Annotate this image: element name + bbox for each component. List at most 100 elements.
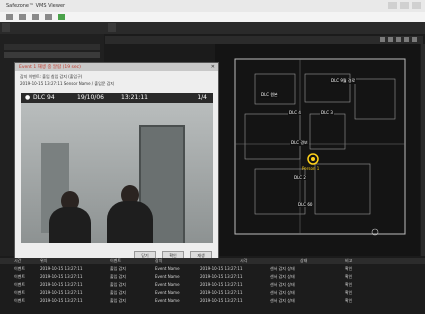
map-label[interactable]: DLC 원본 xyxy=(260,92,279,98)
map-label[interactable]: DLC 경보 xyxy=(290,140,309,146)
column-header[interactable]: 위치 xyxy=(40,258,47,264)
column-header[interactable]: 시각 xyxy=(240,258,247,264)
osd-page: 1/4 xyxy=(197,94,207,101)
layer-icon[interactable] xyxy=(404,37,409,42)
cell: Event Name xyxy=(155,298,180,303)
column-header[interactable]: 상태 xyxy=(300,258,307,264)
zoom-out-icon[interactable] xyxy=(396,37,401,42)
maximize-icon[interactable] xyxy=(400,2,409,9)
popup-info-line: 2019-10-15 13:27:11 Sensor Name / 출입문 감지 xyxy=(20,81,115,86)
cell: 출입 감지 xyxy=(110,290,126,295)
device-tree-row[interactable] xyxy=(4,52,100,58)
cell: 확인 xyxy=(345,266,353,271)
cell: 2019-10-15 13:27:11 xyxy=(200,274,243,279)
menu-icon-2[interactable] xyxy=(19,14,26,20)
tab-map[interactable] xyxy=(108,23,116,32)
table-row[interactable]: 이벤트 2019-10-15 13:27:11 출입 감지 Event Name… xyxy=(0,266,425,272)
column-header[interactable]: 시간 xyxy=(14,258,21,264)
cell: 2019-10-15 13:27:11 xyxy=(40,282,83,287)
video-player[interactable]: ● DLC 94 19/10/06 13:21:11 1/4 xyxy=(21,93,213,243)
table-row[interactable]: 이벤트 2019-10-15 13:27:11 출입 감지 Event Name… xyxy=(0,298,425,304)
cell: 출입 감지 xyxy=(110,282,126,287)
column-header[interactable]: 이벤트 xyxy=(110,258,121,264)
cell: Event Name xyxy=(155,266,180,271)
cell: 2019-10-15 13:27:11 xyxy=(200,282,243,287)
video-osd: ● DLC 94 19/10/06 13:21:11 1/4 xyxy=(21,93,213,103)
cell: 센서 감지 상태 xyxy=(270,282,295,287)
cell: 이벤트 xyxy=(14,274,26,279)
popup-title: Event 1 재생 중 알람 (19 sec) xyxy=(19,65,81,70)
cell: 센서 감지 상태 xyxy=(270,266,295,271)
cell: Event Name xyxy=(155,274,180,279)
cell: 확인 xyxy=(345,290,353,295)
menu-icon-4[interactable] xyxy=(45,14,52,20)
person xyxy=(49,207,91,243)
cell: 출입 감지 xyxy=(110,274,126,279)
cell: 확인 xyxy=(345,274,353,279)
cell: 2019-10-15 13:27:11 xyxy=(40,290,83,295)
map-toolbar xyxy=(105,36,423,44)
event-log: 시간 위치 이벤트 장치 시각 상태 비고 이벤트 2019-10-15 13:… xyxy=(0,258,425,314)
tab-device-list[interactable] xyxy=(2,23,10,32)
cell: 센서 감지 상태 xyxy=(270,274,295,279)
close-icon[interactable]: ✕ xyxy=(211,64,215,70)
window-controls[interactable] xyxy=(388,2,421,9)
cell: 센서 감지 상태 xyxy=(270,298,295,303)
osd-time: 13:21:11 xyxy=(121,94,148,101)
cell: 출입 감지 xyxy=(110,266,126,271)
menu-bar xyxy=(0,12,425,22)
table-row[interactable]: 이벤트 2019-10-15 13:27:11 출입 감지 Event Name… xyxy=(0,290,425,296)
cell: 2019-10-15 13:27:11 xyxy=(40,266,83,271)
person xyxy=(107,201,153,243)
cell: 센서 감지 상태 xyxy=(270,290,295,295)
device-search-input[interactable] xyxy=(4,44,100,50)
settings-icon[interactable] xyxy=(412,37,417,42)
floor-plan xyxy=(234,58,406,236)
minimize-icon[interactable] xyxy=(388,2,397,9)
popup-info-line: 감지 이벤트: 출입 침입 감지 (출입구) xyxy=(20,74,83,79)
vertical-scrollbar[interactable] xyxy=(421,44,425,256)
title-bar: Safezone™ VMS Viewer xyxy=(0,0,425,12)
camera-icon: ● xyxy=(25,94,31,101)
cell: 이벤트 xyxy=(14,290,26,295)
map-label[interactable]: DLC 3 xyxy=(320,110,334,115)
map-label[interactable]: DLC 60 xyxy=(297,202,314,207)
map-view[interactable]: DLC 9월 경로 DLC 원본 DLC 4 DLC 3 DLC 경보 DLC … xyxy=(215,44,420,256)
table-row[interactable]: 이벤트 2019-10-15 13:27:11 출입 감지 Event Name… xyxy=(0,274,425,280)
cell: 확인 xyxy=(345,298,353,303)
green-status-icon[interactable] xyxy=(58,14,65,20)
map-label[interactable]: DLC 4 xyxy=(288,110,302,115)
osd-date: 19/10/06 xyxy=(77,94,104,101)
menu-icon-3[interactable] xyxy=(32,14,39,20)
zoom-in-icon[interactable] xyxy=(388,37,393,42)
alarm-label[interactable]: Person 1 xyxy=(301,166,320,171)
osd-camera: DLC 94 xyxy=(33,94,55,101)
cell: 2019-10-15 13:27:11 xyxy=(40,298,83,303)
cell: 2019-10-15 13:27:11 xyxy=(200,266,243,271)
cell: 출입 감지 xyxy=(110,298,126,303)
table-row[interactable]: 이벤트 2019-10-15 13:27:11 출입 감지 Event Name… xyxy=(0,282,425,288)
cell: 이벤트 xyxy=(14,298,26,303)
cell: 2019-10-15 13:27:11 xyxy=(40,274,83,279)
toolbar xyxy=(0,22,425,34)
event-log-header: 시간 위치 이벤트 장치 시각 상태 비고 xyxy=(0,258,425,264)
cell: 이벤트 xyxy=(14,282,26,287)
column-header[interactable]: 장치 xyxy=(155,258,162,264)
close-icon[interactable] xyxy=(412,2,421,9)
map-label[interactable]: DLC 9월 경로 xyxy=(330,78,357,84)
cell: Event Name xyxy=(155,290,180,295)
app-title: Safezone™ VMS Viewer xyxy=(6,3,66,9)
pan-icon[interactable] xyxy=(380,37,385,42)
map-label[interactable]: DLC 2 xyxy=(293,175,307,180)
cell: 2019-10-15 13:27:11 xyxy=(200,290,243,295)
popup-title-bar: Event 1 재생 중 알람 (19 sec) ✕ xyxy=(15,63,218,71)
cell: Event Name xyxy=(155,282,180,287)
video-frame xyxy=(21,103,213,243)
cell: 2019-10-15 13:27:11 xyxy=(200,298,243,303)
cell: 확인 xyxy=(345,282,353,287)
menu-icon-1[interactable] xyxy=(6,14,13,20)
event-popup: Event 1 재생 중 알람 (19 sec) ✕ 감지 이벤트: 출입 침입… xyxy=(14,62,219,267)
column-header[interactable]: 비고 xyxy=(345,258,352,264)
map-tools[interactable] xyxy=(380,37,417,42)
cell: 이벤트 xyxy=(14,266,26,271)
